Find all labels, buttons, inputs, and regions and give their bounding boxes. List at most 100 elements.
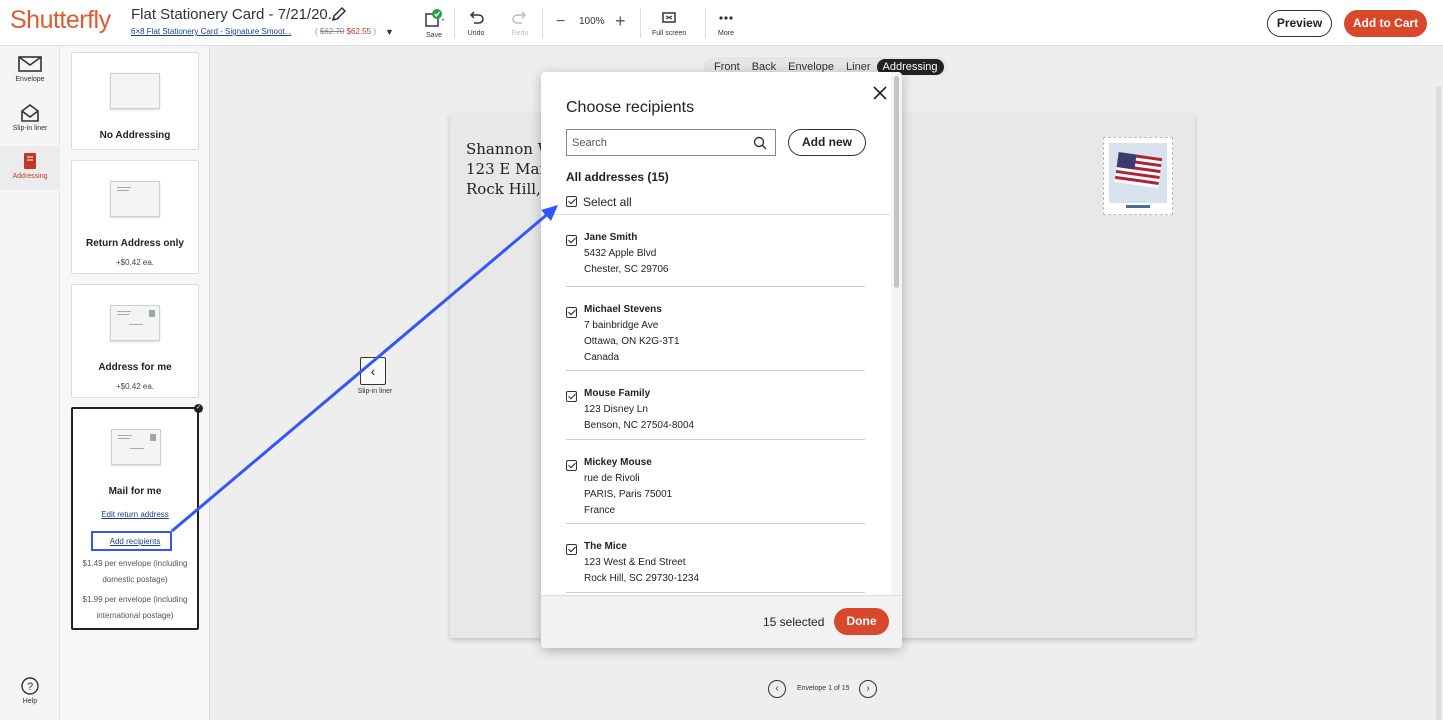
- recipient-line: Rock Hill, SC 29730-1234: [584, 573, 700, 584]
- recipient-name: Jane Smith: [584, 232, 638, 243]
- domestic-postage-note: $1.49 per envelope (including domestic p…: [73, 556, 197, 588]
- project-subtitle-link[interactable]: 6×8 Flat Stationery Card - Signature Smo…: [131, 27, 291, 36]
- toolbar-divider: [454, 8, 455, 38]
- recipient-line: France: [584, 505, 616, 516]
- note-line: international postage): [96, 611, 174, 620]
- modal-scrollbar[interactable]: [891, 72, 902, 595]
- rail-label-addressing: Addressing: [12, 173, 48, 180]
- price-display: ( $62.70 $62.55 ): [315, 27, 376, 36]
- rail-item-addressing[interactable]: Addressing: [0, 146, 60, 190]
- selected-count: 15 selected: [763, 615, 825, 629]
- undo-label: Undo: [467, 30, 485, 37]
- selected-check-icon: ✓: [194, 404, 203, 413]
- zoom-out-button[interactable]: −: [556, 13, 565, 31]
- recipient-checkbox[interactable]: [566, 235, 577, 246]
- edit-return-address-link[interactable]: Edit return address: [73, 510, 197, 519]
- chevron-down-icon[interactable]: ▼: [385, 27, 394, 37]
- recipient-line: PARIS, Paris 75001: [584, 489, 673, 500]
- close-icon[interactable]: [871, 84, 889, 102]
- recipient-address: Jane Smith 5432 Apple Blvd Chester, SC 2…: [584, 230, 669, 278]
- envelope-thumbnail: [111, 429, 161, 465]
- pager-prev-button[interactable]: ‹: [768, 680, 786, 698]
- select-all-label: Select all: [583, 195, 632, 209]
- recipient-name: Michael Stevens: [584, 304, 662, 315]
- recipient-address: Mouse Family 123 Disney Ln Benson, NC 27…: [584, 386, 694, 434]
- recipient-row[interactable]: Mouse Family 123 Disney Ln Benson, NC 27…: [566, 371, 865, 440]
- recipient-checkbox[interactable]: [566, 391, 577, 402]
- liner-icon: [21, 104, 39, 122]
- help-icon: ?: [21, 677, 39, 695]
- rail-item-envelope[interactable]: Envelope: [0, 54, 60, 83]
- rail-item-slip-in-liner[interactable]: Slip-in liner: [0, 103, 60, 132]
- addressing-options-panel: No Addressing Return Address only +$0.42…: [60, 46, 210, 720]
- previous-panel-button[interactable]: ‹: [360, 357, 386, 385]
- recipient-line: Benson, NC 27504-8004: [584, 420, 695, 431]
- option-address-for-me[interactable]: Address for me +$0.42 ea.: [71, 284, 199, 398]
- select-all-checkbox-row[interactable]: Select all: [566, 195, 632, 209]
- price-old: $62.70: [319, 27, 345, 36]
- modal-title: Choose recipients: [566, 99, 695, 116]
- preview-button[interactable]: Preview: [1267, 10, 1332, 37]
- rail-label-envelope: Envelope: [15, 76, 45, 83]
- more-dots-icon: [719, 16, 733, 20]
- choose-recipients-modal: Choose recipients Add new All addresses …: [541, 72, 902, 648]
- pencil-edit-icon[interactable]: [331, 6, 347, 22]
- search-icon[interactable]: [753, 136, 767, 150]
- save-button[interactable]: Save: [422, 8, 446, 39]
- toolbar-divider: [705, 8, 706, 38]
- save-label: Save: [426, 32, 442, 39]
- price-close-paren: ): [373, 27, 376, 36]
- envelope-thumbnail: [110, 181, 160, 217]
- save-icon: [425, 9, 444, 27]
- recipient-row[interactable]: Jane Smith 5432 Apple Blvd Chester, SC 2…: [566, 215, 865, 287]
- option-return-address-only[interactable]: Return Address only +$0.42 ea.: [71, 160, 199, 274]
- more-label: More: [718, 30, 734, 37]
- recipient-checkbox[interactable]: [566, 307, 577, 318]
- left-rail: Envelope Slip-in liner Addressing ? Help: [0, 46, 60, 720]
- scrollbar-thumb[interactable]: [894, 76, 899, 288]
- fullscreen-icon: [662, 12, 676, 23]
- recipient-row[interactable]: Mickey Mouse rue de Rivoli PARIS, Paris …: [566, 440, 865, 524]
- recipient-checkbox[interactable]: [566, 544, 577, 555]
- select-all-checkbox[interactable]: [566, 196, 577, 207]
- add-to-cart-button[interactable]: Add to Cart: [1344, 10, 1427, 37]
- redo-label: Redo: [511, 30, 529, 37]
- option-title: Address for me: [98, 362, 172, 373]
- price-new: $62.55: [346, 27, 372, 36]
- option-title: Return Address only: [86, 238, 184, 249]
- add-new-button[interactable]: Add new: [788, 129, 866, 156]
- modal-footer: 15 selected Done: [541, 595, 902, 648]
- option-no-addressing[interactable]: No Addressing: [71, 52, 199, 150]
- option-price: +$0.42 ea.: [115, 382, 155, 391]
- option-mail-for-me[interactable]: Mail for me Edit return address Add reci…: [71, 407, 199, 630]
- rail-item-help[interactable]: ? Help: [0, 676, 60, 705]
- svg-text:?: ?: [27, 681, 33, 693]
- pager-next-button[interactable]: ›: [859, 680, 877, 698]
- page-scrollbar[interactable]: [1436, 86, 1441, 720]
- undo-button[interactable]: Undo: [466, 8, 486, 37]
- note-line: domestic postage): [102, 575, 168, 584]
- price-open-paren: (: [315, 27, 318, 36]
- fullscreen-button[interactable]: Full screen: [652, 8, 686, 37]
- recipient-line: rue de Rivoli: [584, 473, 640, 484]
- recipient-row[interactable]: The Mice 123 West & End Street Rock Hill…: [566, 524, 865, 593]
- flag-stamp-icon: [1109, 143, 1167, 208]
- more-button[interactable]: More: [716, 8, 736, 37]
- toolbar-divider: [542, 8, 543, 38]
- search-box: [566, 129, 776, 156]
- recipient-name: Mickey Mouse: [584, 457, 652, 468]
- zoom-in-button[interactable]: +: [615, 11, 626, 32]
- redo-button[interactable]: Redo: [510, 8, 530, 37]
- address-book-icon: [24, 153, 36, 169]
- recipient-row[interactable]: Michael Stevens 7 bainbridge Ave Ottawa,…: [566, 287, 865, 371]
- option-title: Mail for me: [108, 486, 162, 497]
- search-input[interactable]: [572, 135, 742, 151]
- shutterfly-logo[interactable]: Shutterfly: [10, 6, 111, 35]
- done-button[interactable]: Done: [834, 608, 889, 635]
- flag-stamp: [1103, 137, 1173, 215]
- recipient-checkbox[interactable]: [566, 460, 577, 471]
- previous-panel-label: Slip-in liner: [357, 388, 393, 395]
- envelope-icon: [18, 56, 42, 72]
- recipient-line: 123 West & End Street: [584, 557, 686, 568]
- redo-icon: [512, 11, 527, 24]
